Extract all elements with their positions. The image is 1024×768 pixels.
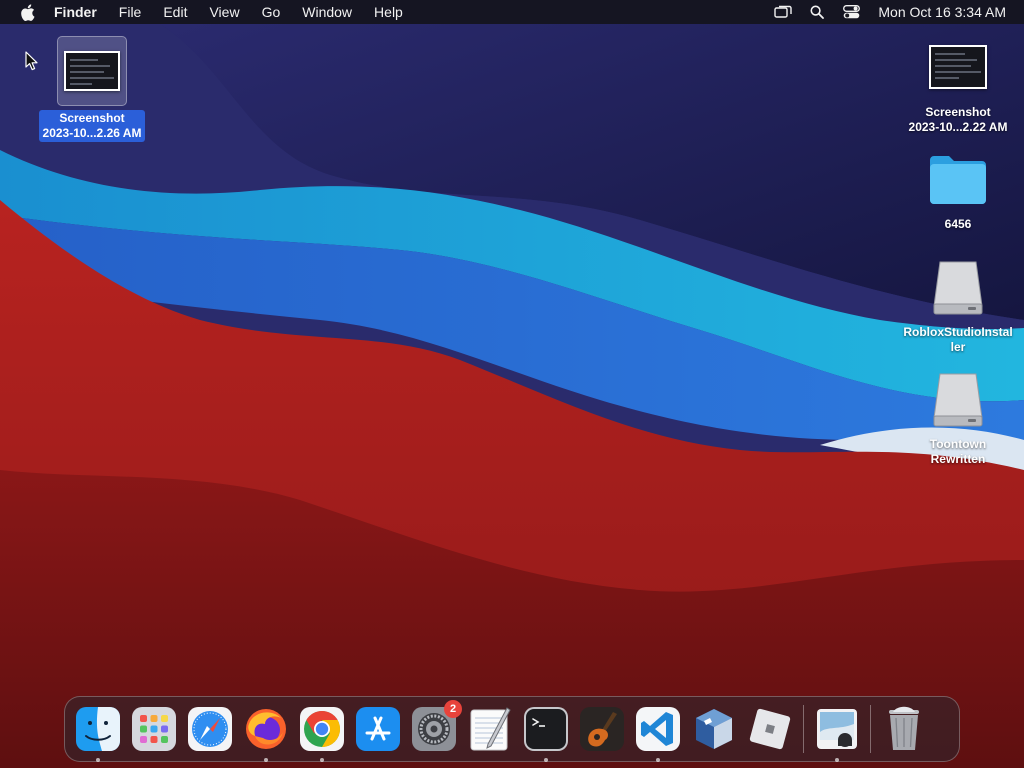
image-thumbnail-icon <box>64 51 120 91</box>
terminal-icon <box>524 707 568 751</box>
firefox-icon <box>246 709 286 749</box>
dock-chrome[interactable] <box>299 706 345 762</box>
spotlight-search-icon[interactable] <box>806 0 828 24</box>
desktop-icon-label: RobloxStudioInstal ler <box>903 325 1013 354</box>
desktop-icon-screenshot-226[interactable]: Screenshot 2023-10...2.26 AM <box>32 36 152 142</box>
trash-icon <box>889 706 919 750</box>
desktop-icon-label: 6456 <box>944 217 972 231</box>
dock-separator <box>870 705 871 753</box>
dock-launchpad[interactable] <box>131 706 177 752</box>
launchpad-icon <box>132 707 176 751</box>
finder-icon <box>76 707 120 751</box>
desktop-wallpaper <box>0 0 1024 768</box>
dock-app-store[interactable] <box>355 706 401 752</box>
menu-app-name[interactable]: Finder <box>52 0 108 24</box>
dock-textedit[interactable] <box>467 706 513 752</box>
disk-image-icon <box>933 373 983 427</box>
desktop-icon-label: Toontown Rewritten <box>929 437 987 466</box>
dock-preview[interactable] <box>814 706 860 762</box>
menu-file[interactable]: File <box>108 0 153 24</box>
app-store-icon <box>356 707 400 751</box>
chrome-icon <box>300 707 344 751</box>
running-indicator <box>835 758 839 762</box>
folder-icon <box>930 156 986 204</box>
menu-bar-clock[interactable]: Mon Oct 16 3:34 AM <box>878 4 1006 20</box>
dock-terminal[interactable] <box>523 706 569 762</box>
running-indicator <box>656 758 660 762</box>
preview-icon <box>817 709 857 749</box>
menu-help[interactable]: Help <box>363 0 414 24</box>
menu-go[interactable]: Go <box>251 0 292 24</box>
desktop-icon-label: Screenshot 2023-10...2.26 AM <box>38 110 146 142</box>
menu-edit[interactable]: Edit <box>152 0 198 24</box>
roblox-icon <box>749 708 791 750</box>
vscode-icon <box>636 707 680 751</box>
menu-window[interactable]: Window <box>291 0 363 24</box>
dock-separator <box>803 705 804 753</box>
dock: 2 <box>64 696 960 762</box>
running-indicator <box>96 758 100 762</box>
menu-view[interactable]: View <box>198 0 250 24</box>
dock-system-settings[interactable]: 2 <box>411 700 462 752</box>
dock-virtualbox[interactable] <box>691 706 737 752</box>
desktop-icon-screenshot-222[interactable]: Screenshot 2023-10...2.22 AM <box>898 34 1018 136</box>
dock-safari[interactable] <box>187 706 233 752</box>
safari-icon <box>188 707 232 751</box>
desktop-icon-folder-6456[interactable]: 6456 <box>898 146 1018 233</box>
garageband-icon <box>580 707 624 751</box>
virtualbox-icon <box>696 709 732 749</box>
apple-menu-icon[interactable] <box>16 0 38 24</box>
dock-garageband[interactable] <box>579 706 625 752</box>
image-thumbnail-icon <box>929 45 987 89</box>
running-indicator <box>320 758 324 762</box>
dock-finder[interactable] <box>75 706 121 762</box>
control-center-icon[interactable] <box>840 0 862 24</box>
running-indicator <box>544 758 548 762</box>
desktop-icon-toontown-rewritten[interactable]: Toontown Rewritten <box>898 368 1018 468</box>
notification-badge: 2 <box>444 700 462 718</box>
running-indicator <box>264 758 268 762</box>
desktop-icon-roblox-studio-installer[interactable]: RobloxStudioInstal ler <box>898 256 1018 356</box>
screen-mirroring-icon[interactable] <box>772 0 794 24</box>
dock-vscode[interactable] <box>635 706 681 762</box>
dock-firefox[interactable] <box>243 706 289 762</box>
dock-trash[interactable] <box>881 706 927 752</box>
menu-bar: Finder File Edit View Go Window Help Mon… <box>0 0 1024 24</box>
disk-image-icon <box>933 261 983 315</box>
desktop-icon-label: Screenshot 2023-10...2.22 AM <box>908 105 1008 134</box>
textedit-icon <box>470 707 511 751</box>
dock-roblox[interactable] <box>747 706 793 752</box>
